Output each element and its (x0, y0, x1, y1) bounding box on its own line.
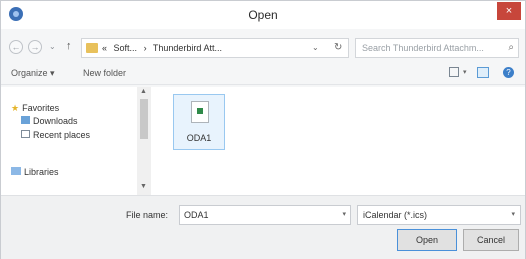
nav-scrollbar[interactable]: ▲ ▼ (137, 87, 151, 195)
refresh-icon[interactable]: ↻ (334, 42, 342, 53)
nav-item-libraries[interactable]: Libraries (11, 167, 59, 177)
file-item-oda1[interactable]: ODA1 (173, 94, 225, 150)
file-list: ODA1 (153, 87, 525, 195)
star-icon: ★ (11, 103, 20, 113)
nav-item-favorites[interactable]: ★ Favorites (11, 103, 59, 114)
recent-locations-dropdown[interactable]: ⌄ (49, 42, 56, 51)
up-folder-button[interactable]: ↑ (66, 40, 72, 52)
breadcrumb-overflow[interactable]: « (102, 43, 107, 53)
navigation-pane: ★ Favorites Downloads Recent places Libra… (1, 87, 153, 195)
help-icon[interactable]: ? (503, 67, 514, 78)
breadcrumb-item-thunderbird[interactable]: Thunderbird Att... (153, 43, 222, 53)
search-input[interactable]: Search Thunderbird Attachm... (362, 43, 484, 53)
forward-button[interactable]: → (28, 40, 42, 54)
file-name-label: ODA1 (186, 133, 212, 143)
recent-places-icon (21, 130, 30, 138)
address-dropdown-icon[interactable]: ⌄ (312, 43, 319, 52)
scroll-thumb[interactable] (140, 99, 148, 139)
nav-item-downloads[interactable]: Downloads (11, 116, 78, 126)
cancel-button[interactable]: Cancel (463, 229, 519, 251)
scroll-down-icon[interactable]: ▼ (140, 183, 147, 190)
nav-libraries-label: Libraries (24, 167, 59, 177)
title-bar: Open × (1, 1, 525, 29)
view-options-icon[interactable] (449, 67, 459, 77)
open-button[interactable]: Open (397, 229, 457, 251)
libraries-icon (11, 167, 21, 175)
filetype-dropdown-icon[interactable]: ▾ (511, 210, 515, 218)
search-box[interactable]: Search Thunderbird Attachm... ⌕ (355, 38, 519, 58)
nav-favorites-label: Favorites (22, 103, 60, 113)
breadcrumb-separator[interactable]: › (144, 43, 147, 53)
filename-dropdown-icon[interactable]: ▾ (342, 210, 346, 218)
new-folder-button[interactable]: New folder (83, 68, 126, 78)
folder-icon (86, 43, 98, 53)
filename-label: File name: (126, 210, 169, 220)
search-icon[interactable]: ⌕ (508, 42, 514, 53)
filetype-value: iCalendar (*.ics) (363, 210, 428, 220)
back-button[interactable]: ← (9, 40, 23, 54)
open-dialog: Open × ← → ⌄ ↑ « Soft... › Thunderbird A… (0, 0, 526, 259)
close-button[interactable]: × (497, 2, 521, 20)
breadcrumb: « Soft... › Thunderbird Att... (102, 43, 226, 53)
calendar-file-icon (191, 101, 209, 123)
nav-downloads-label: Downloads (33, 116, 78, 126)
command-toolbar: Organize ▾ New folder ▾ ? (1, 63, 525, 85)
filename-field[interactable]: ODA1 ▾ (179, 205, 351, 225)
window-title: Open (248, 8, 278, 22)
nav-recent-label: Recent places (33, 130, 91, 140)
bottom-panel: File name: ODA1 ▾ iCalendar (*.ics) ▾ Op… (1, 195, 525, 259)
nav-item-recent-places[interactable]: Recent places (11, 130, 90, 140)
organize-menu[interactable]: Organize ▾ (11, 68, 55, 79)
filetype-select[interactable]: iCalendar (*.ics) ▾ (357, 205, 521, 225)
address-bar[interactable]: « Soft... › Thunderbird Att... ⌄ ↻ (81, 38, 349, 58)
preview-pane-icon[interactable] (477, 67, 489, 78)
scroll-up-icon[interactable]: ▲ (140, 88, 147, 95)
view-dropdown-icon[interactable]: ▾ (463, 68, 467, 76)
address-row: ← → ⌄ ↑ « Soft... › Thunderbird Att... ⌄… (1, 33, 525, 61)
filename-value[interactable]: ODA1 (184, 210, 209, 220)
downloads-icon (21, 116, 30, 124)
breadcrumb-item-soft[interactable]: Soft... (114, 43, 138, 53)
calendar-mark-icon (197, 108, 203, 114)
